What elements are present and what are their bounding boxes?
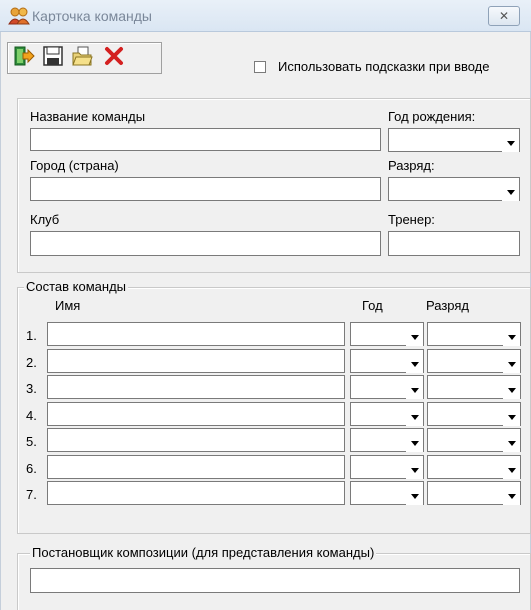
chevron-down-icon[interactable] bbox=[503, 435, 520, 452]
birth-year-label: Год рождения: bbox=[388, 109, 476, 124]
roster-year-select[interactable] bbox=[350, 322, 424, 346]
open-button[interactable] bbox=[69, 45, 95, 69]
roster-year-select[interactable] bbox=[350, 481, 424, 505]
chevron-down-icon[interactable] bbox=[502, 135, 519, 152]
roster-name-input[interactable] bbox=[47, 455, 345, 479]
roster-rank-select[interactable] bbox=[427, 349, 521, 373]
roster-name-input[interactable] bbox=[47, 481, 345, 505]
exit-icon bbox=[13, 45, 35, 70]
chevron-down-icon[interactable] bbox=[503, 409, 520, 426]
chevron-down-icon[interactable] bbox=[406, 409, 423, 426]
composer-input[interactable] bbox=[30, 568, 520, 593]
chevron-down-icon[interactable] bbox=[406, 382, 423, 399]
roster-year-select[interactable] bbox=[350, 375, 424, 399]
rank-select[interactable] bbox=[388, 177, 520, 201]
chevron-down-icon[interactable] bbox=[503, 382, 520, 399]
roster-row-number: 1. bbox=[26, 328, 37, 343]
roster-rank-select[interactable] bbox=[427, 402, 521, 426]
roster-year-select[interactable] bbox=[350, 402, 424, 426]
roster-year-select[interactable] bbox=[350, 428, 424, 452]
roster-row-number: 4. bbox=[26, 408, 37, 423]
roster-rank-select[interactable] bbox=[427, 322, 521, 346]
chevron-down-icon[interactable] bbox=[406, 329, 423, 346]
chevron-down-icon[interactable] bbox=[502, 184, 519, 201]
roster-name-input[interactable] bbox=[47, 349, 345, 373]
open-folder-icon bbox=[71, 45, 93, 70]
save-icon bbox=[42, 45, 64, 70]
roster-name-input[interactable] bbox=[47, 375, 345, 399]
save-button[interactable] bbox=[40, 45, 66, 69]
roster-rank-select[interactable] bbox=[427, 481, 521, 505]
roster-col-year: Год bbox=[362, 298, 383, 313]
city-input[interactable] bbox=[30, 177, 381, 201]
chevron-down-icon[interactable] bbox=[503, 488, 520, 505]
exit-button[interactable] bbox=[11, 45, 37, 69]
roster-year-select[interactable] bbox=[350, 455, 424, 479]
hints-checkbox-label: Использовать подсказки при вводе bbox=[278, 59, 490, 74]
roster-rank-select[interactable] bbox=[427, 375, 521, 399]
roster-col-rank: Разряд bbox=[426, 298, 469, 313]
club-label: Клуб bbox=[30, 212, 60, 227]
chevron-down-icon[interactable] bbox=[503, 462, 520, 479]
chevron-down-icon[interactable] bbox=[503, 356, 520, 373]
team-name-input[interactable] bbox=[30, 128, 381, 151]
delete-button[interactable] bbox=[101, 45, 127, 69]
roster-name-input[interactable] bbox=[47, 402, 345, 426]
birth-year-select[interactable] bbox=[388, 128, 520, 152]
chevron-down-icon[interactable] bbox=[406, 435, 423, 452]
roster-rank-select[interactable] bbox=[427, 455, 521, 479]
roster-row-number: 5. bbox=[26, 434, 37, 449]
delete-icon bbox=[103, 45, 125, 70]
hints-checkbox[interactable] bbox=[254, 61, 266, 73]
team-icon bbox=[8, 6, 30, 26]
team-name-label: Название команды bbox=[30, 109, 146, 124]
coach-input[interactable] bbox=[388, 231, 520, 256]
window-title: Карточка команды bbox=[32, 8, 152, 24]
chevron-down-icon[interactable] bbox=[503, 329, 520, 346]
roster-year-select[interactable] bbox=[350, 349, 424, 373]
roster-row-number: 7. bbox=[26, 487, 37, 502]
roster-row-number: 3. bbox=[26, 381, 37, 396]
roster-name-input[interactable] bbox=[47, 322, 345, 346]
chevron-down-icon[interactable] bbox=[406, 488, 423, 505]
close-button[interactable]: ✕ bbox=[488, 6, 520, 26]
roster-name-input[interactable] bbox=[47, 428, 345, 452]
roster-row-number: 2. bbox=[26, 355, 37, 370]
coach-label: Тренер: bbox=[388, 212, 435, 227]
rank-label: Разряд: bbox=[388, 158, 435, 173]
city-label: Город (страна) bbox=[30, 158, 119, 173]
club-input[interactable] bbox=[30, 231, 381, 256]
roster-col-name: Имя bbox=[55, 298, 81, 313]
roster-rank-select[interactable] bbox=[427, 428, 521, 452]
roster-row-number: 6. bbox=[26, 461, 37, 476]
roster-group-title: Состав команды bbox=[24, 279, 129, 294]
close-icon: ✕ bbox=[498, 9, 510, 23]
composer-group-title: Постановщик композиции (для представлени… bbox=[30, 545, 377, 560]
chevron-down-icon[interactable] bbox=[406, 462, 423, 479]
chevron-down-icon[interactable] bbox=[406, 356, 423, 373]
